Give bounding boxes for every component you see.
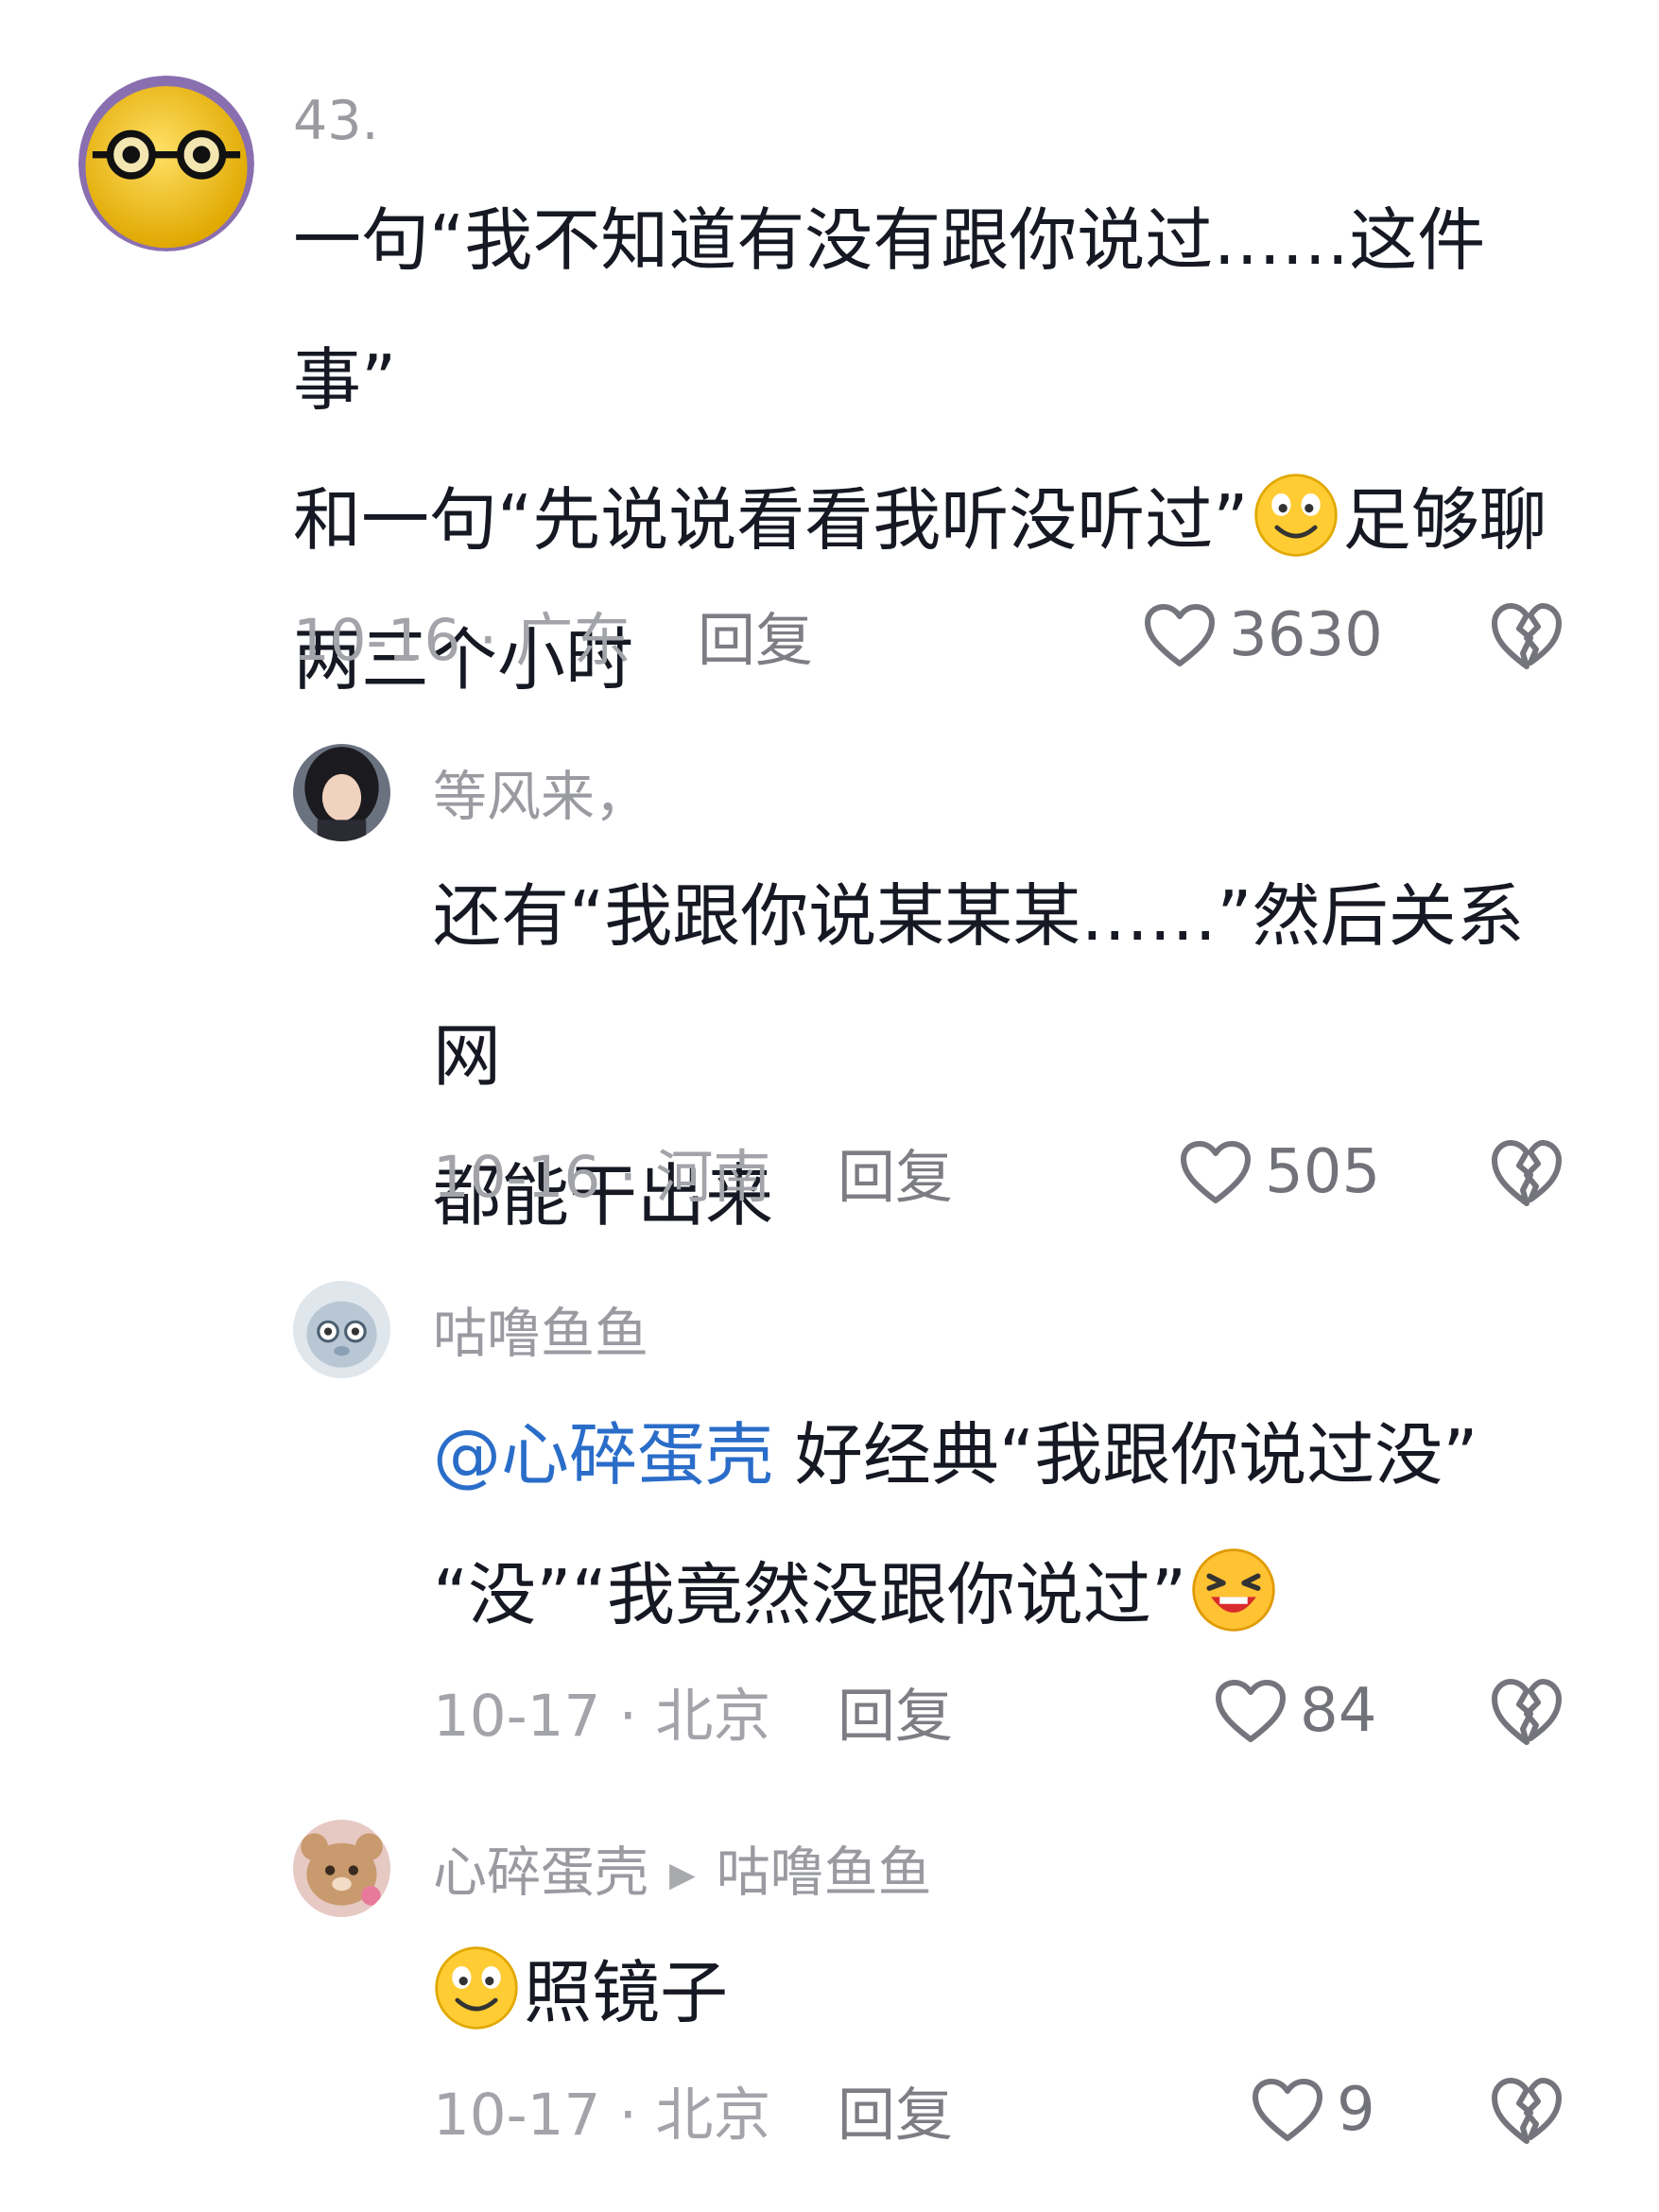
comment-date-location: 10-16 · 广东 — [293, 607, 631, 674]
comment-date-location: 10-16 · 河南 — [433, 1144, 771, 1211]
reply-button[interactable]: 回复 — [698, 612, 813, 669]
comment-username[interactable]: 咕噜鱼鱼 — [433, 1307, 648, 1361]
comment-username[interactable]: 等风来， — [433, 770, 648, 824]
play-arrow-icon: ▶ — [669, 1856, 696, 1895]
like-button[interactable]: 505 — [1178, 1137, 1380, 1207]
like-button[interactable]: 3630 — [1142, 600, 1383, 670]
avatar[interactable] — [293, 1820, 390, 1917]
heart-outline-icon — [1145, 604, 1215, 666]
broken-heart-icon — [1492, 2078, 1562, 2144]
smile-emoji-icon — [433, 1944, 520, 2031]
comment-text-segment: 和一句“先说说看看我听没听过” — [293, 480, 1249, 560]
comment-username[interactable]: 43. — [293, 95, 379, 148]
comment-date-location: 10-17 · 北京 — [433, 1683, 771, 1750]
like-button[interactable]: 84 — [1213, 1676, 1376, 1746]
comment-text-segment: 照镜子 — [524, 1953, 729, 2032]
reply-button[interactable]: 回复 — [838, 2086, 953, 2144]
comment-text-line: 还有“我跟你说某某某……”然后关系网 — [433, 876, 1525, 1096]
laughing-emoji-icon — [1190, 1547, 1277, 1633]
avatar[interactable] — [78, 76, 254, 251]
like-count: 3630 — [1229, 600, 1383, 670]
comment-text: 照镜子 — [433, 1923, 1564, 2063]
comment-text-segment: “没”“我竟然没跟你说过” — [433, 1555, 1187, 1634]
comment-text-line: @心碎蛋壳 好经典“我跟你说过没” — [433, 1385, 1564, 1525]
comment-date-location: 10-17 · 北京 — [433, 2082, 771, 2149]
comment-text-line: 照镜子 — [433, 1923, 1564, 2063]
dislike-button[interactable] — [1489, 1676, 1564, 1748]
comment-text-segment: 足够聊 — [1342, 480, 1547, 560]
smile-emoji-icon — [1253, 472, 1339, 559]
like-count: 84 — [1300, 1676, 1377, 1746]
comment-text-line: 和一句“先说说看看我听没听过” 足够聊 — [293, 450, 1564, 590]
comment-text: @心碎蛋壳 好经典“我跟你说过没” “没”“我竟然没跟你说过” — [433, 1385, 1564, 1665]
mention-link[interactable]: @心碎蛋壳 — [433, 1415, 773, 1495]
heart-outline-icon — [1181, 1141, 1251, 1203]
comment-username: 心碎蛋壳 ▶ 咕噜鱼鱼 — [433, 1846, 932, 1900]
broken-heart-icon — [1492, 1679, 1562, 1745]
like-count: 9 — [1337, 2075, 1375, 2145]
like-count: 505 — [1265, 1137, 1381, 1207]
avatar[interactable] — [293, 1281, 390, 1378]
broken-heart-icon — [1492, 1140, 1562, 1206]
comment-username-link[interactable]: 心碎蛋壳 — [433, 1841, 648, 1904]
comment-text-line: “没”“我竟然没跟你说过” — [433, 1525, 1564, 1665]
reply-button[interactable]: 回复 — [838, 1149, 953, 1206]
like-button[interactable]: 9 — [1250, 2075, 1375, 2145]
reply-button[interactable]: 回复 — [838, 1687, 953, 1745]
dislike-button[interactable] — [1489, 1137, 1564, 1209]
dislike-button[interactable] — [1489, 2075, 1564, 2147]
broken-heart-icon — [1492, 603, 1562, 669]
reply-to-username[interactable]: 咕噜鱼鱼 — [717, 1841, 932, 1904]
avatar[interactable] — [293, 744, 390, 841]
comment-text-line: 一句“我不知道有没有跟你说过……这件事” — [293, 200, 1486, 420]
heart-outline-icon — [1216, 1680, 1286, 1742]
heart-outline-icon — [1253, 2079, 1322, 2141]
comment-text-segment: 好经典“我跟你说过没” — [773, 1415, 1478, 1495]
dislike-button[interactable] — [1489, 600, 1564, 672]
